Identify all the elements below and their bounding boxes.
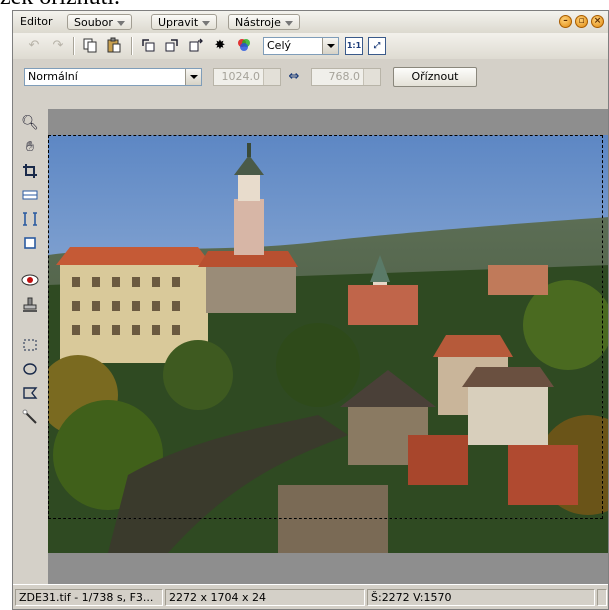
status-dimensions: 2272 x 1704 x 24 [165, 589, 365, 606]
vertical-perspective-icon[interactable] [20, 211, 40, 231]
zoom-tool-icon[interactable]: 🔍︎ [20, 113, 40, 133]
chevron-down-icon [284, 20, 293, 26]
brightness-icon[interactable]: ✸ [211, 37, 229, 55]
crop-width-value: 1024.0 [221, 70, 261, 83]
chevron-down-icon [202, 20, 211, 26]
magic-wand-icon[interactable] [20, 409, 40, 429]
editor-window: Editor Soubor Upravit Nástroje – ▫ × ↶ ↷… [12, 10, 609, 610]
menu-nastroje[interactable]: Nástroje [228, 14, 300, 30]
rotate-right-icon[interactable] [163, 37, 181, 55]
main-toolbar: ↶ ↷ ✸ Celý 1:1 ⤢ [13, 33, 608, 60]
zoom-select-value: Celý [267, 39, 292, 52]
crop-mode-value: Normální [28, 70, 78, 83]
status-file-info: ZDE31.tif - 1/738 s, F3... [15, 589, 163, 606]
minimize-icon[interactable]: – [559, 15, 572, 28]
crop-selection-marquee[interactable] [48, 135, 603, 519]
crop-button[interactable]: Oříznout [393, 67, 477, 87]
menu-soubor-label: Soubor [74, 16, 113, 29]
spinner-icon[interactable] [363, 69, 380, 85]
swap-dimensions-icon[interactable]: ⇔ [285, 68, 303, 86]
crop-height-value: 768.0 [328, 70, 361, 83]
redo-icon[interactable]: ↷ [49, 37, 67, 55]
toolbar-divider [73, 37, 75, 55]
crop-mode-select[interactable]: Normální [24, 68, 202, 86]
resize-grip[interactable] [597, 589, 607, 606]
paste-icon[interactable] [105, 37, 123, 55]
spinner-icon[interactable] [263, 69, 280, 85]
rotate-left-icon[interactable] [139, 37, 157, 55]
toolbar-divider [131, 37, 133, 55]
chevron-down-icon [322, 38, 338, 54]
flip-icon[interactable] [187, 37, 205, 55]
horizontal-perspective-icon[interactable] [20, 235, 40, 255]
restore-icon[interactable]: ▫ [575, 15, 588, 28]
crop-width-input[interactable]: 1024.0 [213, 68, 281, 86]
hand-tool-icon[interactable]: ✋︎ [20, 137, 40, 157]
actual-size-button[interactable]: 1:1 [345, 37, 363, 55]
chevron-down-icon [185, 69, 201, 85]
menu-nastroje-label: Nástroje [235, 16, 281, 29]
red-eye-tool-icon[interactable] [20, 273, 40, 293]
title-bar: Editor Soubor Upravit Nástroje – ▫ × [13, 11, 608, 34]
ellipse-select-icon[interactable] [20, 361, 40, 381]
straighten-tool-icon[interactable] [20, 187, 40, 207]
status-size-info: Š:2272 V:1570 [367, 589, 595, 606]
rectangle-select-icon[interactable] [20, 337, 40, 357]
menu-soubor[interactable]: Soubor [67, 14, 132, 30]
menu-upravit-label: Upravit [158, 16, 199, 29]
menu-upravit[interactable]: Upravit [151, 14, 218, 30]
fit-window-icon[interactable]: ⤢ [368, 37, 386, 55]
crop-toolbar: Normální 1024.0 ⇔ 768.0 Oříznout [13, 59, 608, 109]
lasso-select-icon[interactable] [20, 385, 40, 405]
crop-tool-icon[interactable] [20, 163, 40, 183]
close-icon[interactable]: × [591, 15, 604, 28]
chevron-down-icon [116, 20, 125, 26]
tool-palette: 🔍︎ ✋︎ [13, 109, 47, 585]
crop-height-input[interactable]: 768.0 [311, 68, 381, 86]
zoom-select[interactable]: Celý [263, 37, 339, 55]
clone-stamp-icon[interactable] [20, 297, 40, 317]
copy-icon[interactable] [81, 37, 99, 55]
image-canvas[interactable] [48, 109, 608, 585]
status-bar: ZDE31.tif - 1/738 s, F3... 2272 x 1704 x… [13, 584, 608, 609]
undo-icon[interactable]: ↶ [25, 37, 43, 55]
window-title: Editor [20, 15, 53, 28]
color-balance-icon[interactable] [235, 37, 253, 55]
